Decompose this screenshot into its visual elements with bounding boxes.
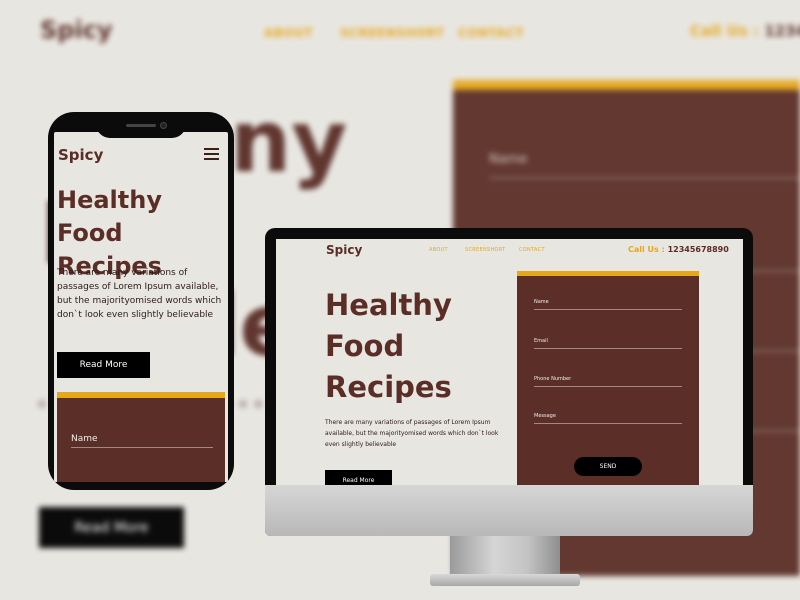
send-button[interactable]: SEND (574, 457, 642, 476)
desktop-call-number: 12345678890 (667, 245, 729, 254)
desktop-call-label: Call Us : (628, 245, 665, 254)
monitor-chin (265, 485, 753, 536)
monitor-screen: Spicy ABOUT SCREENSHORT CONTACT Call Us … (276, 239, 743, 485)
monitor-base (430, 574, 580, 586)
desktop-nav-screenshort[interactable]: SCREENSHORT (465, 247, 506, 253)
monitor-mockup: Spicy ABOUT SCREENSHORT CONTACT Call Us … (265, 228, 753, 536)
desktop-email-field[interactable]: Email (534, 338, 682, 349)
desktop-logo[interactable]: Spicy (326, 243, 362, 257)
phone-form-panel: Name (57, 392, 225, 482)
desktop-hero-title: Healthy Food Recipes (325, 288, 452, 404)
background-nav-contact: CONTACT (458, 26, 525, 40)
desktop-call: Call Us : 12345678890 (628, 245, 729, 254)
desktop-contact-form: Name Email Phone Number Message SEND (517, 271, 699, 485)
phone-speaker (126, 124, 156, 127)
background-call: Call Us : 12345 (690, 22, 800, 40)
phone-hero-text: There are many variations of passages of… (57, 268, 222, 320)
background-call-label: Call Us : (690, 22, 759, 40)
desktop-name-field[interactable]: Name (534, 299, 682, 310)
desktop-read-more-button[interactable]: Read More (325, 470, 392, 485)
phone-logo[interactable]: Spicy (58, 146, 103, 164)
phone-screen: Spicy Healthy Food Recipes There are man… (54, 132, 228, 482)
desktop-hero-text: There are many variations of passages of… (325, 419, 499, 448)
phone-notch (96, 118, 186, 138)
background-nav-screenshort: SCREENSHORT (340, 26, 445, 40)
background-name-field: Name (489, 152, 800, 179)
background-nav-about: ABOUT (264, 26, 314, 40)
desktop-phone-field[interactable]: Phone Number (534, 376, 682, 387)
desktop-nav-about[interactable]: ABOUT (429, 247, 448, 253)
phone-camera (160, 122, 167, 129)
hamburger-menu-icon[interactable] (204, 148, 219, 160)
desktop-message-field[interactable]: Message (534, 413, 682, 424)
phone-mockup: Spicy Healthy Food Recipes There are man… (48, 112, 234, 490)
monitor-stand (450, 536, 560, 576)
background-call-number: 12345 (764, 22, 800, 40)
background-logo: Spicy (40, 16, 113, 44)
background-read-more-button: Read More (39, 507, 184, 548)
phone-read-more-button[interactable]: Read More (57, 352, 150, 378)
phone-name-field[interactable]: Name (71, 434, 213, 448)
desktop-nav-contact[interactable]: CONTACT (519, 247, 545, 253)
